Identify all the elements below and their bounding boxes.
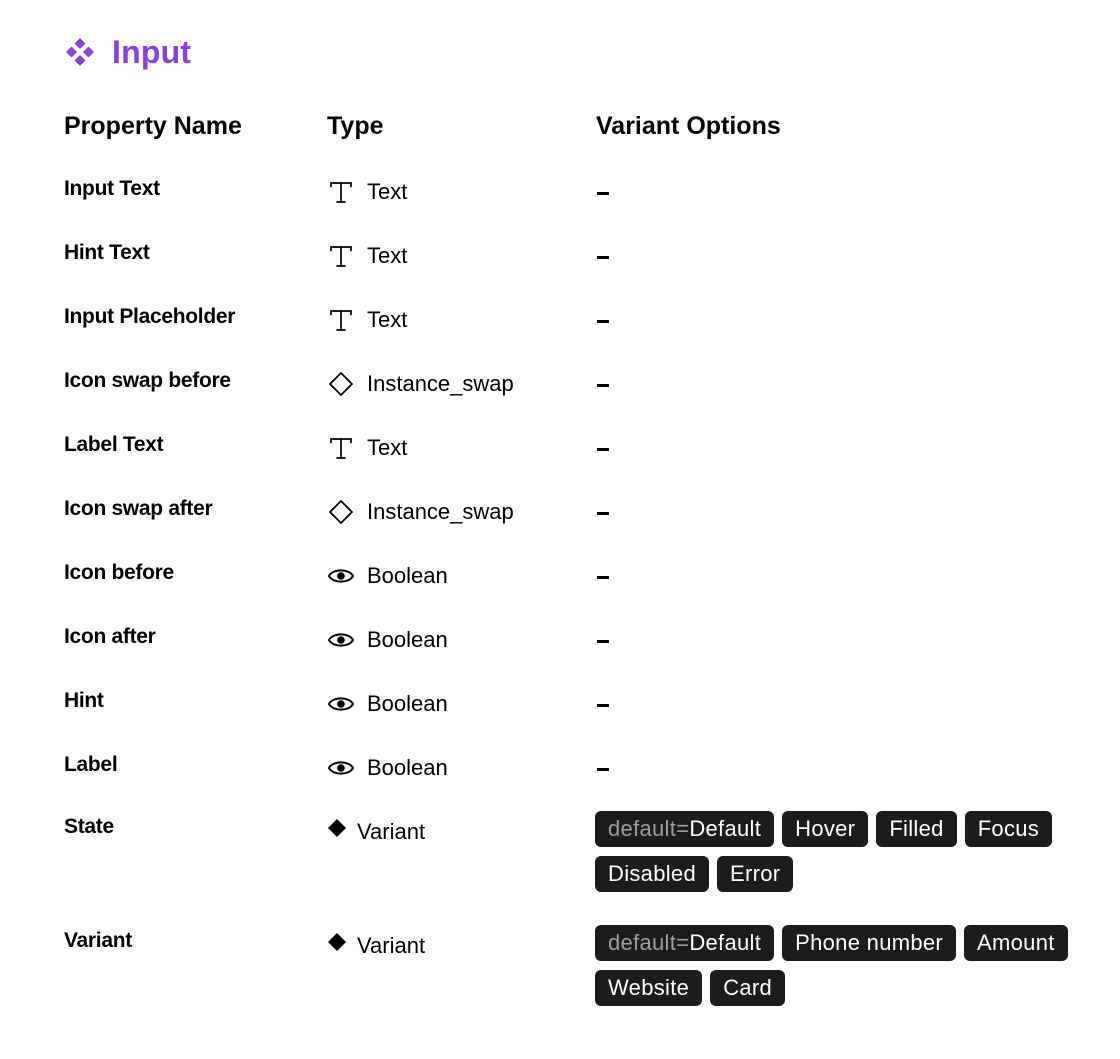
variant-option-chip: Disabled: [595, 856, 710, 892]
instance-swap-icon: [327, 498, 355, 526]
property-type: Boolean: [327, 561, 448, 591]
variant-option-label: Phone number: [795, 930, 944, 955]
property-name: Label Text: [64, 433, 164, 456]
eye-icon: [327, 754, 355, 782]
property-name: Label: [64, 753, 118, 776]
variant-option-label: Default: [689, 816, 762, 841]
property-name: Icon before: [64, 561, 174, 584]
text-icon: [327, 178, 355, 206]
eye-icon: [327, 626, 355, 654]
property-name: Icon after: [64, 625, 156, 648]
variant-option-chip: Website: [595, 970, 703, 1006]
property-name: Hint Text: [64, 241, 150, 264]
property-type-label: Boolean: [367, 755, 448, 780]
variant-icon: [327, 818, 347, 838]
property-name: Input Text: [64, 177, 160, 200]
no-options-dash: [597, 256, 609, 259]
text-icon: [327, 242, 355, 270]
no-options-dash: [597, 192, 609, 195]
property-name: Input Placeholder: [64, 305, 236, 328]
component-title: Input: [112, 33, 192, 70]
no-options-dash: [597, 640, 609, 643]
property-name: Icon swap before: [64, 369, 231, 392]
no-options-dash: [597, 576, 609, 579]
variant-option-label: Amount: [977, 930, 1055, 955]
property-type-label: Text: [367, 243, 408, 268]
property-name: Variant: [64, 929, 132, 952]
default-prefix: default=: [608, 816, 690, 841]
no-options-dash: [597, 384, 609, 387]
text-icon: [327, 306, 355, 334]
header-variant-options: Variant Options: [596, 112, 781, 140]
property-type-label: Variant: [357, 933, 426, 958]
property-name: Hint: [64, 689, 104, 712]
no-options-dash: [597, 768, 609, 771]
variant-option-chip-default: default=Default: [595, 925, 775, 961]
eye-icon: [327, 562, 355, 590]
component-properties-page: Input Property Name Type Variant Options…: [0, 0, 1120, 1059]
component-header: Input: [64, 30, 191, 74]
property-type-label: Instance_swap: [367, 499, 514, 524]
property-type: Text: [327, 305, 407, 335]
property-type-label: Text: [367, 179, 408, 204]
property-type: Variant: [327, 817, 425, 847]
property-type-label: Variant: [357, 819, 426, 844]
property-type: Text: [327, 433, 407, 463]
header-property-name: Property Name: [64, 112, 242, 140]
property-type: Boolean: [327, 753, 448, 783]
variant-option-chip: Amount: [964, 925, 1068, 961]
property-type: Variant: [327, 931, 425, 961]
no-options-dash: [597, 448, 609, 451]
property-type: Instance_swap: [327, 369, 514, 399]
variant-option-label: Error: [730, 861, 781, 886]
variant-option-chip: Filled: [876, 811, 957, 847]
property-type: Instance_swap: [327, 497, 514, 527]
component-icon: [66, 38, 94, 66]
variant-option-label: Website: [608, 975, 690, 1000]
variant-option-label: Card: [723, 975, 773, 1000]
variant-option-chip: Error: [717, 856, 794, 892]
property-type-label: Text: [367, 435, 408, 460]
variant-options: default=Default Hover Filled Focus Disabled E…: [595, 811, 1075, 892]
variant-option-label: Focus: [977, 816, 1040, 841]
eye-icon: [327, 690, 355, 718]
property-type-label: Boolean: [367, 627, 448, 652]
property-type: Boolean: [327, 689, 448, 719]
variant-option-chip-default: default=Default: [595, 811, 775, 847]
variant-option-label: Default: [689, 930, 762, 955]
property-type-label: Boolean: [367, 563, 448, 588]
property-type-label: Instance_swap: [367, 371, 514, 396]
variant-option-label: Hover: [795, 816, 856, 841]
variant-option-chip: Phone number: [782, 925, 957, 961]
variant-option-chip: Card: [710, 970, 786, 1006]
header-type: Type: [327, 112, 384, 140]
variant-icon: [327, 932, 347, 952]
property-name: State: [64, 815, 114, 838]
instance-swap-icon: [327, 370, 355, 398]
table-header: Property Name Type Variant Options: [0, 112, 1120, 146]
property-type: Boolean: [327, 625, 448, 655]
property-type: Text: [327, 177, 407, 207]
text-icon: [327, 434, 355, 462]
default-prefix: default=: [608, 930, 690, 955]
no-options-dash: [597, 704, 609, 707]
variant-option-label: Filled: [889, 816, 944, 841]
property-name: Icon swap after: [64, 497, 213, 520]
variant-option-chip: Hover: [782, 811, 869, 847]
property-type-label: Text: [367, 307, 408, 332]
variant-options: default=Default Phone number Amount Website…: [595, 925, 1075, 1006]
variant-option-label: Disabled: [608, 861, 697, 886]
property-type: Text: [327, 241, 407, 271]
no-options-dash: [597, 512, 609, 515]
no-options-dash: [597, 320, 609, 323]
property-type-label: Boolean: [367, 691, 448, 716]
variant-option-chip: Focus: [964, 811, 1053, 847]
